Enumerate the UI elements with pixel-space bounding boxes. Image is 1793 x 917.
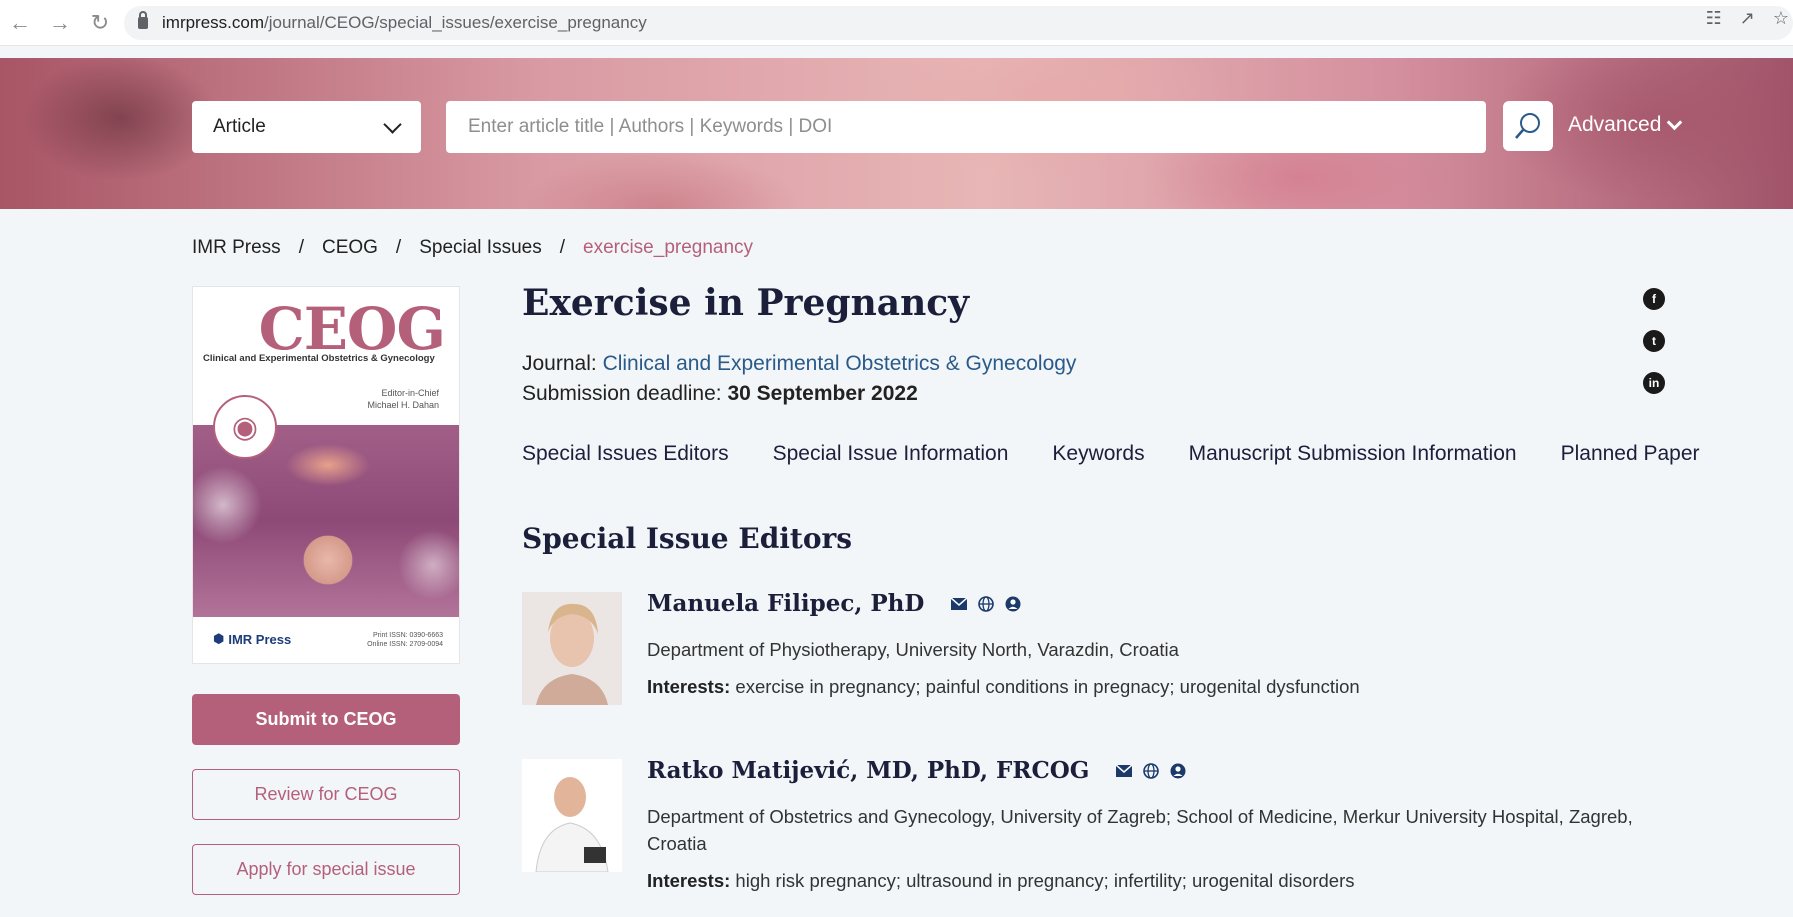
section-tabs: Special Issues Editors Special Issue Inf…	[522, 442, 1700, 466]
editor-department: Department of Obstetrics and Gynecology,…	[647, 806, 1633, 854]
apply-special-issue-button[interactable]: Apply for special issue	[192, 844, 460, 895]
breadcrumb-separator: /	[559, 237, 565, 258]
facebook-icon[interactable]: f	[1643, 288, 1665, 310]
editor-portrait-icon	[522, 592, 622, 705]
breadcrumb-ceog[interactable]: CEOG	[322, 237, 378, 259]
profile-icon[interactable]	[1004, 595, 1021, 612]
advanced-search-toggle[interactable]: Advanced	[1568, 113, 1683, 137]
editor-name-row: Manuela Filipec, PhD	[647, 590, 1021, 617]
breadcrumb-current: exercise_pregnancy	[583, 237, 754, 258]
translate-icon[interactable]: ☷	[1706, 8, 1722, 29]
pregnancy-logo-icon: ◉	[213, 395, 277, 459]
globe-icon[interactable]	[977, 595, 994, 612]
editor-portrait-icon	[522, 759, 622, 872]
tab-manuscript-submission-information[interactable]: Manuscript Submission Information	[1189, 442, 1517, 466]
bookmark-star-icon[interactable]: ☆	[1773, 8, 1789, 29]
editor-name: Manuela Filipec, PhD	[647, 590, 925, 617]
search-input[interactable]	[446, 101, 1486, 153]
journal-line: Journal: Clinical and Experimental Obste…	[522, 352, 1076, 376]
editor-photo	[522, 759, 622, 872]
breadcrumb-special-issues[interactable]: Special Issues	[419, 237, 542, 259]
editor-name-row: Ratko Matijević, MD, PhD, FRCOG	[647, 757, 1186, 784]
cover-online-issn: Online ISSN: 2709-0094	[367, 641, 443, 648]
breadcrumb-separator: /	[395, 237, 402, 258]
review-button[interactable]: Review for CEOG	[192, 769, 460, 820]
search-type-value: Article	[213, 116, 266, 137]
editor-contact-icons	[1115, 762, 1186, 779]
page-title: Exercise in Pregnancy	[522, 282, 970, 324]
browser-actions: ☷ ↗ ☆	[1706, 8, 1793, 29]
editor-photo	[522, 592, 622, 705]
cover-subtitle: Clinical and Experimental Obstetrics & G…	[203, 353, 435, 364]
cover-issn: Print ISSN: 0390-6663 Online ISSN: 2709-…	[367, 631, 443, 649]
tab-special-issues-editors[interactable]: Special Issues Editors	[522, 442, 729, 466]
back-icon[interactable]: ←	[0, 3, 40, 43]
cover-editor: Editor-in-Chief Michael H. Dahan	[367, 387, 439, 411]
search-type-select[interactable]: Article	[192, 101, 421, 153]
forward-icon[interactable]: →	[40, 3, 80, 43]
search-button[interactable]	[1503, 101, 1553, 151]
profile-icon[interactable]	[1169, 762, 1186, 779]
address-bar[interactable]: imrpress.com/journal/CEOG/special_issues…	[124, 6, 1793, 40]
url-path: /journal/CEOG/special_issues/exercise_pr…	[264, 13, 647, 32]
mail-icon[interactable]	[1115, 762, 1132, 779]
url-host: imrpress.com	[162, 13, 265, 32]
tab-keywords[interactable]: Keywords	[1052, 442, 1144, 466]
lock-icon	[138, 11, 148, 29]
breadcrumb-imr-press[interactable]: IMR Press	[192, 237, 281, 259]
advanced-label: Advanced	[1568, 113, 1662, 136]
tab-planned-paper[interactable]: Planned Paper	[1561, 442, 1700, 466]
section-title: Special Issue Editors	[522, 522, 853, 555]
journal-label: Journal:	[522, 352, 597, 375]
deadline-line: Submission deadline: 30 September 2022	[522, 382, 918, 406]
browser-toolbar: ← → ↻ imrpress.com/journal/CEOG/special_…	[0, 0, 1793, 46]
tab-special-issue-information[interactable]: Special Issue Information	[773, 442, 1009, 466]
linkedin-icon[interactable]: in	[1643, 372, 1665, 394]
chevron-down-icon	[383, 115, 402, 134]
interests-value: high risk pregnancy; ultrasound in pregn…	[735, 870, 1355, 891]
search-icon	[1515, 113, 1540, 139]
imr-logo-icon: ⬢	[213, 631, 225, 646]
globe-icon[interactable]	[1142, 762, 1159, 779]
twitter-icon[interactable]: t	[1643, 330, 1665, 352]
cover-editor-role: Editor-in-Chief	[381, 388, 439, 398]
breadcrumb: IMR Press / CEOG / Special Issues / exer…	[192, 237, 753, 259]
cover-editor-name: Michael H. Dahan	[367, 400, 439, 410]
interests-label: Interests:	[647, 676, 731, 697]
editor-contact-icons	[950, 595, 1021, 612]
editor-department: Department of Physiotherapy, University …	[647, 639, 1179, 660]
editor-interests: Interests: exercise in pregnancy; painfu…	[647, 676, 1360, 698]
journal-link[interactable]: Clinical and Experimental Obstetrics & G…	[603, 352, 1077, 375]
share-icon[interactable]: ↗	[1740, 8, 1755, 29]
submit-button[interactable]: Submit to CEOG	[192, 694, 460, 745]
deadline-label: Submission deadline:	[522, 382, 722, 405]
cover-publisher-name: IMR Press	[228, 631, 292, 647]
mail-icon[interactable]	[950, 595, 967, 612]
cover-print-issn: Print ISSN: 0390-6663	[372, 632, 443, 639]
interests-value: exercise in pregnancy; painful condition…	[735, 676, 1360, 697]
interests-label: Interests:	[647, 870, 731, 891]
editor-interests: Interests: high risk pregnancy; ultrasou…	[647, 870, 1354, 892]
breadcrumb-separator: /	[298, 237, 304, 258]
journal-cover[interactable]: CEOG Clinical and Experimental Obstetric…	[192, 286, 460, 664]
chevron-down-icon	[1667, 114, 1683, 130]
deadline-value: 30 September 2022	[727, 382, 918, 405]
editor-name: Ratko Matijević, MD, PhD, FRCOG	[647, 757, 1090, 784]
cover-publisher: ⬢ IMR Press	[213, 631, 291, 647]
reload-icon[interactable]: ↻	[80, 3, 120, 43]
